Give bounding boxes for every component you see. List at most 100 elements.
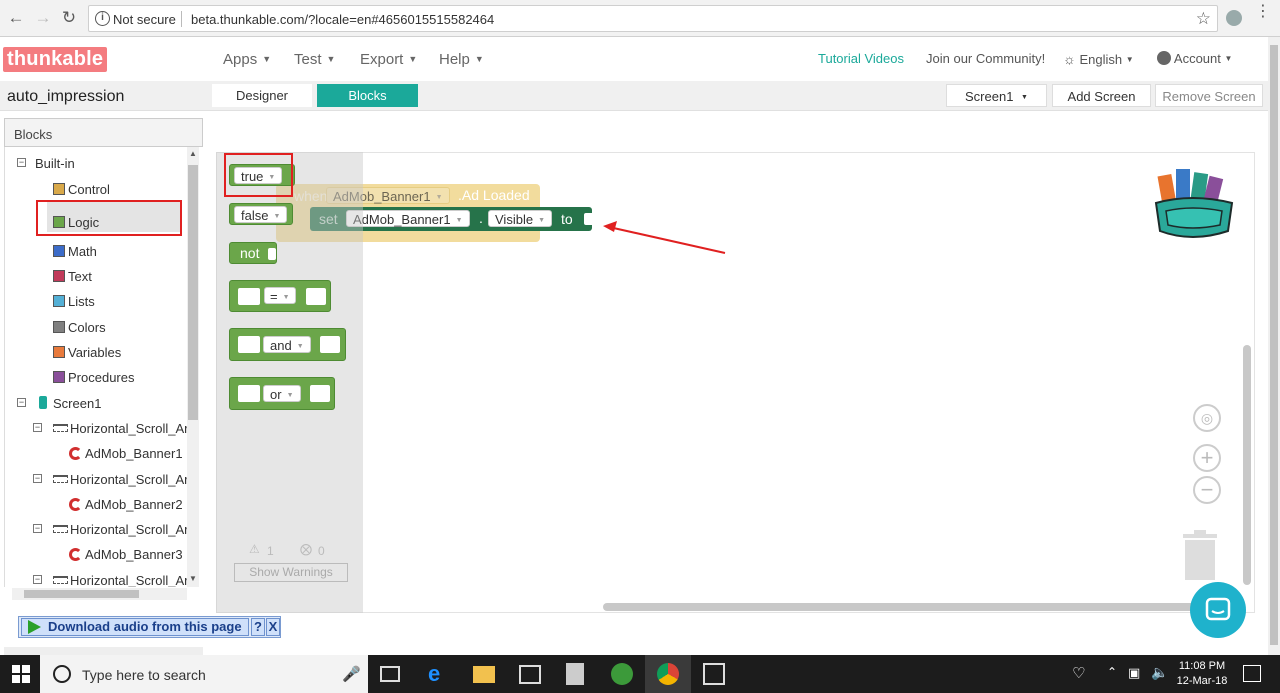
language-menu[interactable]: ☼ English ▼ [1063, 51, 1134, 67]
palette-scrollbar-thumb[interactable] [188, 165, 198, 420]
tree-item-colors[interactable]: Colors [53, 318, 106, 338]
tree-item-lists[interactable]: Lists [53, 292, 95, 312]
info-icon[interactable]: i [95, 11, 110, 26]
menu-export[interactable]: Export ▼ [360, 51, 417, 68]
screen-select[interactable]: Screen1 ▼ [946, 84, 1047, 107]
input-socket[interactable] [238, 288, 260, 305]
tree-item-procedures[interactable]: Procedures [53, 368, 134, 388]
palette-scrollbar[interactable]: ▲ ▼ [187, 147, 199, 587]
compare-block[interactable]: = ▼ [229, 280, 331, 312]
or-op-dropdown[interactable]: or ▼ [263, 385, 301, 402]
input-socket[interactable] [310, 385, 330, 402]
community-link[interactable]: Join our Community! [926, 51, 1045, 66]
workspace-vscrollbar[interactable] [1243, 345, 1251, 585]
file-explorer-icon[interactable] [473, 666, 495, 683]
tree-item-variables[interactable]: Variables [53, 343, 121, 363]
tree-component[interactable]: AdMob_Banner2 [69, 495, 183, 515]
download-audio-button[interactable]: Download audio from this page [21, 618, 249, 636]
utorrent-icon[interactable] [611, 663, 633, 685]
task-view-icon[interactable] [380, 666, 400, 682]
tree-component[interactable]: Horizontal_Scroll_Arr [53, 520, 187, 540]
zoom-in-icon[interactable]: + [1193, 444, 1221, 472]
reload-icon[interactable]: ↻ [59, 8, 79, 28]
input-socket[interactable] [268, 248, 276, 260]
set-component-dropdown[interactable]: AdMob_Banner1 ▼ [346, 210, 470, 227]
close-button[interactable]: X [266, 618, 280, 636]
forward-arrow-icon[interactable]: → [33, 8, 53, 28]
network-icon[interactable]: ▣ [1128, 665, 1140, 681]
recenter-icon[interactable]: ◎ [1193, 404, 1221, 432]
collapse-icon[interactable]: − [33, 474, 42, 483]
page-scrollbar[interactable] [1268, 37, 1280, 655]
chrome-icon[interactable] [657, 663, 679, 685]
chat-launcher-button[interactable] [1190, 582, 1246, 638]
not-block[interactable]: not [229, 242, 277, 264]
tree-component[interactable]: Horizontal_Scroll_Arr [53, 419, 187, 439]
tree-item-text[interactable]: Text [53, 267, 92, 287]
input-socket[interactable] [238, 336, 260, 353]
menu-apps[interactable]: Apps ▼ [223, 51, 271, 68]
extension-icon[interactable] [1226, 10, 1242, 26]
store-icon[interactable] [519, 665, 541, 684]
tree-builtin[interactable]: Built-in [35, 154, 75, 174]
remove-screen-button[interactable]: Remove Screen [1155, 84, 1263, 107]
scroll-down-icon[interactable]: ▼ [189, 574, 197, 583]
notifications-icon[interactable] [1243, 665, 1261, 682]
page-scrollbar-thumb[interactable] [1270, 45, 1278, 645]
or-block[interactable]: or ▼ [229, 377, 335, 410]
and-op-dropdown[interactable]: and ▼ [263, 336, 311, 353]
windows-start-icon[interactable] [12, 665, 34, 687]
input-socket[interactable] [306, 288, 326, 305]
tree-component[interactable]: Horizontal_Scroll_Arr [53, 571, 187, 587]
blocks-tab[interactable]: Blocks [317, 84, 418, 107]
chevron-up-icon[interactable]: ⌃ [1107, 665, 1117, 679]
url-text[interactable]: beta.thunkable.com/?locale=en#4656015515… [191, 12, 494, 27]
taskbar-clock[interactable]: 11:08 PM 12-Mar-18 [1172, 659, 1232, 689]
tutorial-videos-link[interactable]: Tutorial Videos [818, 51, 904, 66]
compare-op-dropdown[interactable]: = ▼ [264, 287, 296, 304]
people-icon[interactable]: ♡ [1072, 664, 1085, 682]
menu-dots-icon[interactable]: ⋮ [1255, 4, 1271, 27]
show-warnings-button[interactable]: Show Warnings [234, 563, 348, 582]
tree-component[interactable]: AdMob_Banner1 [69, 444, 183, 464]
collapse-icon[interactable]: − [17, 398, 26, 407]
set-property-dropdown[interactable]: Visible ▼ [488, 210, 552, 227]
input-socket[interactable] [584, 213, 592, 225]
menu-test[interactable]: Test ▼ [294, 51, 335, 68]
collapse-icon[interactable]: − [33, 423, 42, 432]
collapse-icon[interactable]: − [33, 524, 42, 533]
collapse-icon[interactable]: − [33, 575, 42, 584]
zoom-out-icon[interactable]: − [1193, 476, 1221, 504]
input-socket[interactable] [320, 336, 340, 353]
tree-component[interactable]: Horizontal_Scroll_Arr [53, 470, 187, 490]
palette-hscrollbar-thumb[interactable] [24, 590, 139, 598]
input-socket[interactable] [238, 385, 260, 402]
backpack-icon[interactable] [1152, 165, 1236, 243]
edge-browser-icon[interactable]: e [428, 663, 450, 685]
trash-icon[interactable] [1183, 530, 1217, 580]
taskbar-search[interactable]: Type here to search 🎤 [40, 655, 368, 693]
designer-tab[interactable]: Designer [212, 84, 312, 107]
photos-icon[interactable] [703, 663, 725, 685]
account-menu[interactable]: Account ▼ [1157, 51, 1232, 66]
help-button[interactable]: ? [251, 618, 265, 636]
volume-icon[interactable]: 🔈 [1151, 664, 1168, 681]
calculator-icon[interactable] [566, 663, 584, 685]
menu-help[interactable]: Help ▼ [439, 51, 484, 68]
tree-screen1[interactable]: Screen1 [39, 394, 101, 414]
bookmark-star-icon[interactable]: ☆ [1196, 9, 1211, 29]
address-bar[interactable]: i Not secure beta.thunkable.com/?locale=… [88, 5, 1218, 32]
scroll-up-icon[interactable]: ▲ [189, 149, 197, 158]
microphone-icon[interactable]: 🎤 [342, 665, 361, 683]
tree-item-math[interactable]: Math [53, 242, 97, 262]
and-block[interactable]: and ▼ [229, 328, 346, 361]
add-screen-button[interactable]: Add Screen [1052, 84, 1151, 107]
tree-component[interactable]: AdMob_Banner3 [69, 545, 183, 565]
false-dropdown[interactable]: false ▼ [234, 206, 288, 223]
tree-item-control[interactable]: Control [53, 180, 110, 200]
thunkable-logo[interactable]: thunkable [3, 47, 108, 72]
workspace-hscrollbar[interactable] [603, 603, 1203, 611]
palette-hscrollbar[interactable] [12, 588, 187, 600]
back-arrow-icon[interactable]: ← [6, 8, 26, 28]
collapse-icon[interactable]: − [17, 158, 26, 167]
